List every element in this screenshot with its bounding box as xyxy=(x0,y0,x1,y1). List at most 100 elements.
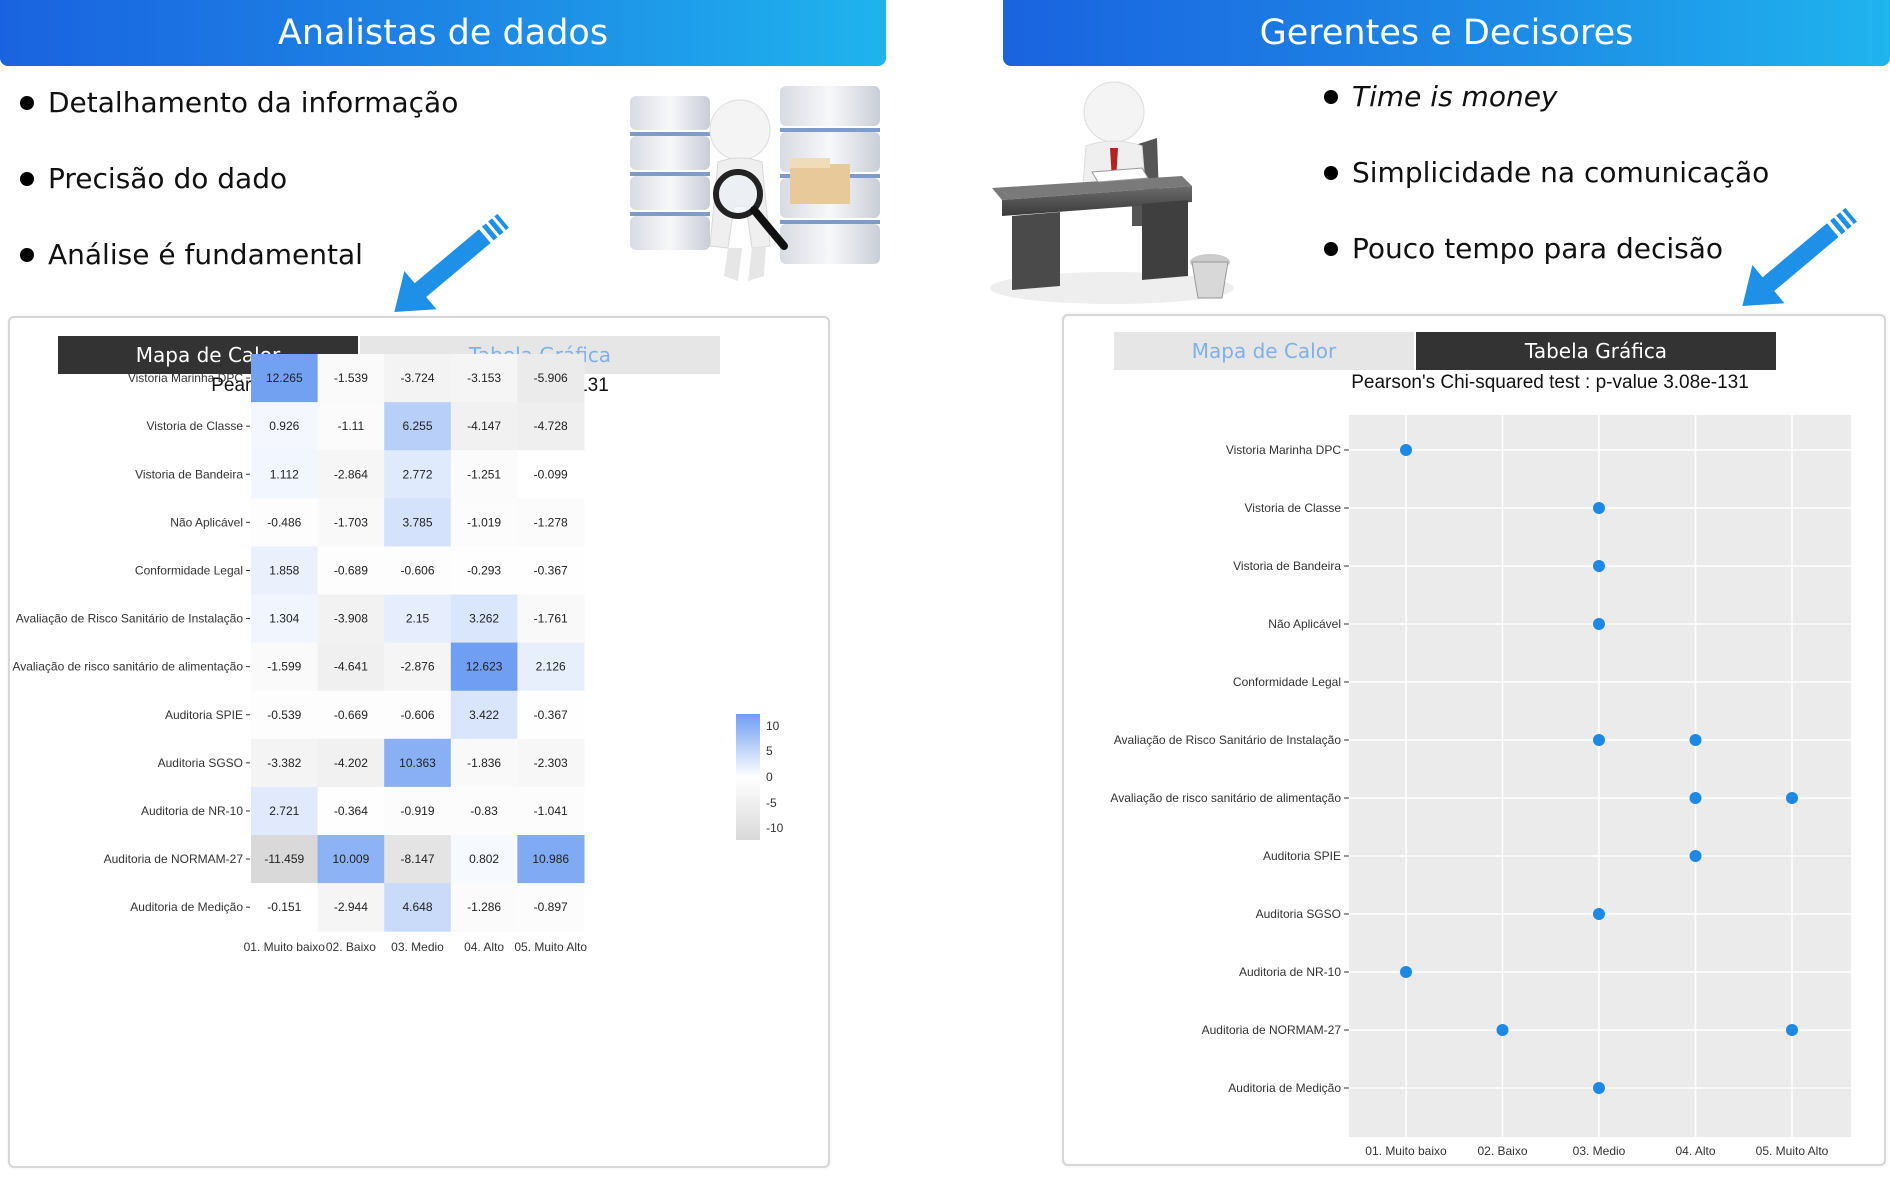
heatmap-cell-value: -11.459 xyxy=(264,852,304,866)
bullet-dot-icon xyxy=(20,95,34,110)
dotplot-point xyxy=(1496,1024,1509,1036)
dotplot-y-tick-label: Auditoria SPIE xyxy=(1263,849,1341,863)
heatmap-x-tick-label: 01. Muito baixo xyxy=(244,940,326,954)
heatmap-cell-value: -1.703 xyxy=(334,515,368,529)
bullet-dot-icon xyxy=(1324,165,1338,180)
heatmap-cell-value: 6.255 xyxy=(402,419,432,433)
heatmap-cell-value: -0.367 xyxy=(534,563,568,577)
bullet-text: Precisão do dado xyxy=(48,162,288,195)
heatmap-legend-bar xyxy=(736,714,760,840)
heatmap-cell-value: -2.303 xyxy=(534,756,568,770)
dotplot-point xyxy=(1689,792,1702,804)
heatmap-legend-label: -5 xyxy=(766,796,777,810)
arrow-icon xyxy=(394,213,509,312)
heatmap-cell-value: -2.944 xyxy=(334,900,368,914)
heatmap-cell-value: -1.041 xyxy=(534,804,568,818)
dotplot-point xyxy=(1689,850,1702,862)
dotplot-title: Pearson's Chi-squared test : p-value 3.0… xyxy=(1351,372,1749,393)
heatmap-cell-value: -1.11 xyxy=(338,419,365,433)
heatmap-cell-value: -1.836 xyxy=(467,756,501,770)
heatmap-cell-value: 10.009 xyxy=(333,852,370,866)
heatmap-cell-value: 2.721 xyxy=(269,804,299,818)
heatmap-cell-value: -5.906 xyxy=(534,371,568,385)
heatmap-cell-value: -0.83 xyxy=(470,804,498,818)
dotplot-y-tick-label: Vistoria Marinha DPC xyxy=(1226,443,1341,457)
heatmap-cell-value: 1.858 xyxy=(269,563,299,577)
dotplot-point xyxy=(1593,734,1605,746)
dotplot-point xyxy=(1689,734,1702,746)
heatmap-cell-value: -3.382 xyxy=(267,756,301,770)
left-bullet: Detalhamento da informação xyxy=(20,86,458,119)
heatmap-cell-value: -0.293 xyxy=(467,563,501,577)
heatmap-cell-value: -1.019 xyxy=(467,515,501,529)
heatmap-cell-value: -0.151 xyxy=(267,900,301,914)
heatmap-cell-value: 2.15 xyxy=(406,612,430,626)
dotplot-y-tick-label: Avaliação de Risco Sanitário de Instalaç… xyxy=(1114,733,1342,747)
left-banner: Analistas de dados xyxy=(0,0,886,66)
heatmap-legend-label: 10 xyxy=(766,719,780,733)
bullet-text: Análise é fundamental xyxy=(48,238,363,271)
heatmap-y-tick-label: Auditoria de NORMAM-27 xyxy=(104,852,244,866)
heatmap-cell-value: 2.126 xyxy=(536,660,566,674)
heatmap-y-tick-label: Vistoria de Bandeira xyxy=(135,467,243,481)
dotplot-point xyxy=(1593,618,1605,630)
heatmap-cell-value: -0.539 xyxy=(267,708,301,722)
bullet-text: Detalhamento da informação xyxy=(48,86,459,119)
dotplot-point xyxy=(1786,1024,1798,1036)
dotplot-point xyxy=(1400,966,1412,978)
heatmap-cell-value: 12.623 xyxy=(466,660,503,674)
heatmap-cell-value: -4.147 xyxy=(467,419,501,433)
right-banner: Gerentes e Decisores xyxy=(1003,0,1890,66)
heatmap-x-tick-label: 04. Alto xyxy=(464,940,504,954)
dotplot-x-tick-label: 04. Alto xyxy=(1675,1144,1715,1158)
left-bullet: Precisão do dado xyxy=(20,162,287,195)
right-banner-title: Gerentes e Decisores xyxy=(1259,13,1634,53)
bullet-dot-icon xyxy=(20,171,34,186)
dotplot-point xyxy=(1593,908,1605,920)
left-bullet: Análise é fundamental xyxy=(20,238,363,271)
dotplot-x-tick-label: 01. Muito baixo xyxy=(1365,1144,1447,1158)
bullet-dot-icon xyxy=(1324,241,1338,256)
heatmap-cell-value: -4.728 xyxy=(534,419,568,433)
bullet-text: Pouco tempo para decisão xyxy=(1352,232,1724,265)
heatmap-cell-value: 3.262 xyxy=(469,612,499,626)
dotplot-point xyxy=(1593,502,1605,514)
right-bullet: Pouco tempo para decisão xyxy=(1324,232,1723,265)
heatmap-cell-value: -3.908 xyxy=(334,612,368,626)
heatmap-cell-value: -1.539 xyxy=(334,371,368,385)
dotplot-panel: Mapa de Calor Tabela Gráfica Pearson's C… xyxy=(1062,314,1886,1166)
heatmap-cell-value: -1.251 xyxy=(467,467,501,481)
heatmap-y-tick-label: Avaliação de Risco Sanitário de Instalaç… xyxy=(16,612,244,626)
dotplot-y-tick-label: Vistoria de Bandeira xyxy=(1233,559,1341,573)
dotplot-y-tick-label: Auditoria de NORMAM-27 xyxy=(1202,1023,1342,1037)
heatmap-cell-value: 10.363 xyxy=(399,756,436,770)
heatmap-panel: Mapa de Calor Tabela Gráfica Pearson's C… xyxy=(8,316,830,1168)
heatmap-cell-value: -0.486 xyxy=(267,515,301,529)
dotplot-plot-area xyxy=(1349,415,1851,1137)
right-bullet: Time is money xyxy=(1324,80,1558,113)
heatmap-cell-value: -1.599 xyxy=(267,660,301,674)
heatmap-cell-value: 1.304 xyxy=(269,612,299,626)
heatmap-cell-value: 4.648 xyxy=(402,900,432,914)
heatmap-cell-value: -3.153 xyxy=(467,371,501,385)
heatmap-y-tick-label: Auditoria de Medição xyxy=(130,900,243,914)
heatmap-cell-value: -0.606 xyxy=(400,563,434,577)
dotplot-x-tick-label: 03. Medio xyxy=(1573,1144,1626,1158)
heatmap-y-tick-label: Auditoria SGSO xyxy=(158,756,243,770)
left-banner-title: Analistas de dados xyxy=(277,13,609,53)
heatmap-x-tick-label: 03. Medio xyxy=(391,940,444,954)
dotplot-chart: Pearson's Chi-squared test : p-value 3.0… xyxy=(1110,372,1851,1158)
heatmap-y-tick-label: Avaliação de risco sanitário de alimenta… xyxy=(12,660,243,674)
heatmap-cell-value: -4.202 xyxy=(334,756,368,770)
heatmap-y-tick-label: Vistoria de Classe xyxy=(147,419,244,433)
heatmap-cell-value: -1.286 xyxy=(467,900,501,914)
heatmap-cell-value: 2.772 xyxy=(402,467,432,481)
heatmap-cell-value: 0.802 xyxy=(469,852,499,866)
dotplot-y-tick-label: Auditoria de NR-10 xyxy=(1239,965,1341,979)
heatmap-y-tick-label: Conformidade Legal xyxy=(135,563,243,577)
dotplot-y-tick-label: Auditoria de Medição xyxy=(1228,1081,1341,1095)
heatmap-legend-label: 5 xyxy=(766,744,773,758)
heatmap-cell-value: 3.422 xyxy=(469,708,499,722)
right-bullet: Simplicidade na comunicação xyxy=(1324,156,1769,189)
heatmap-cell-value: -1.761 xyxy=(534,612,568,626)
